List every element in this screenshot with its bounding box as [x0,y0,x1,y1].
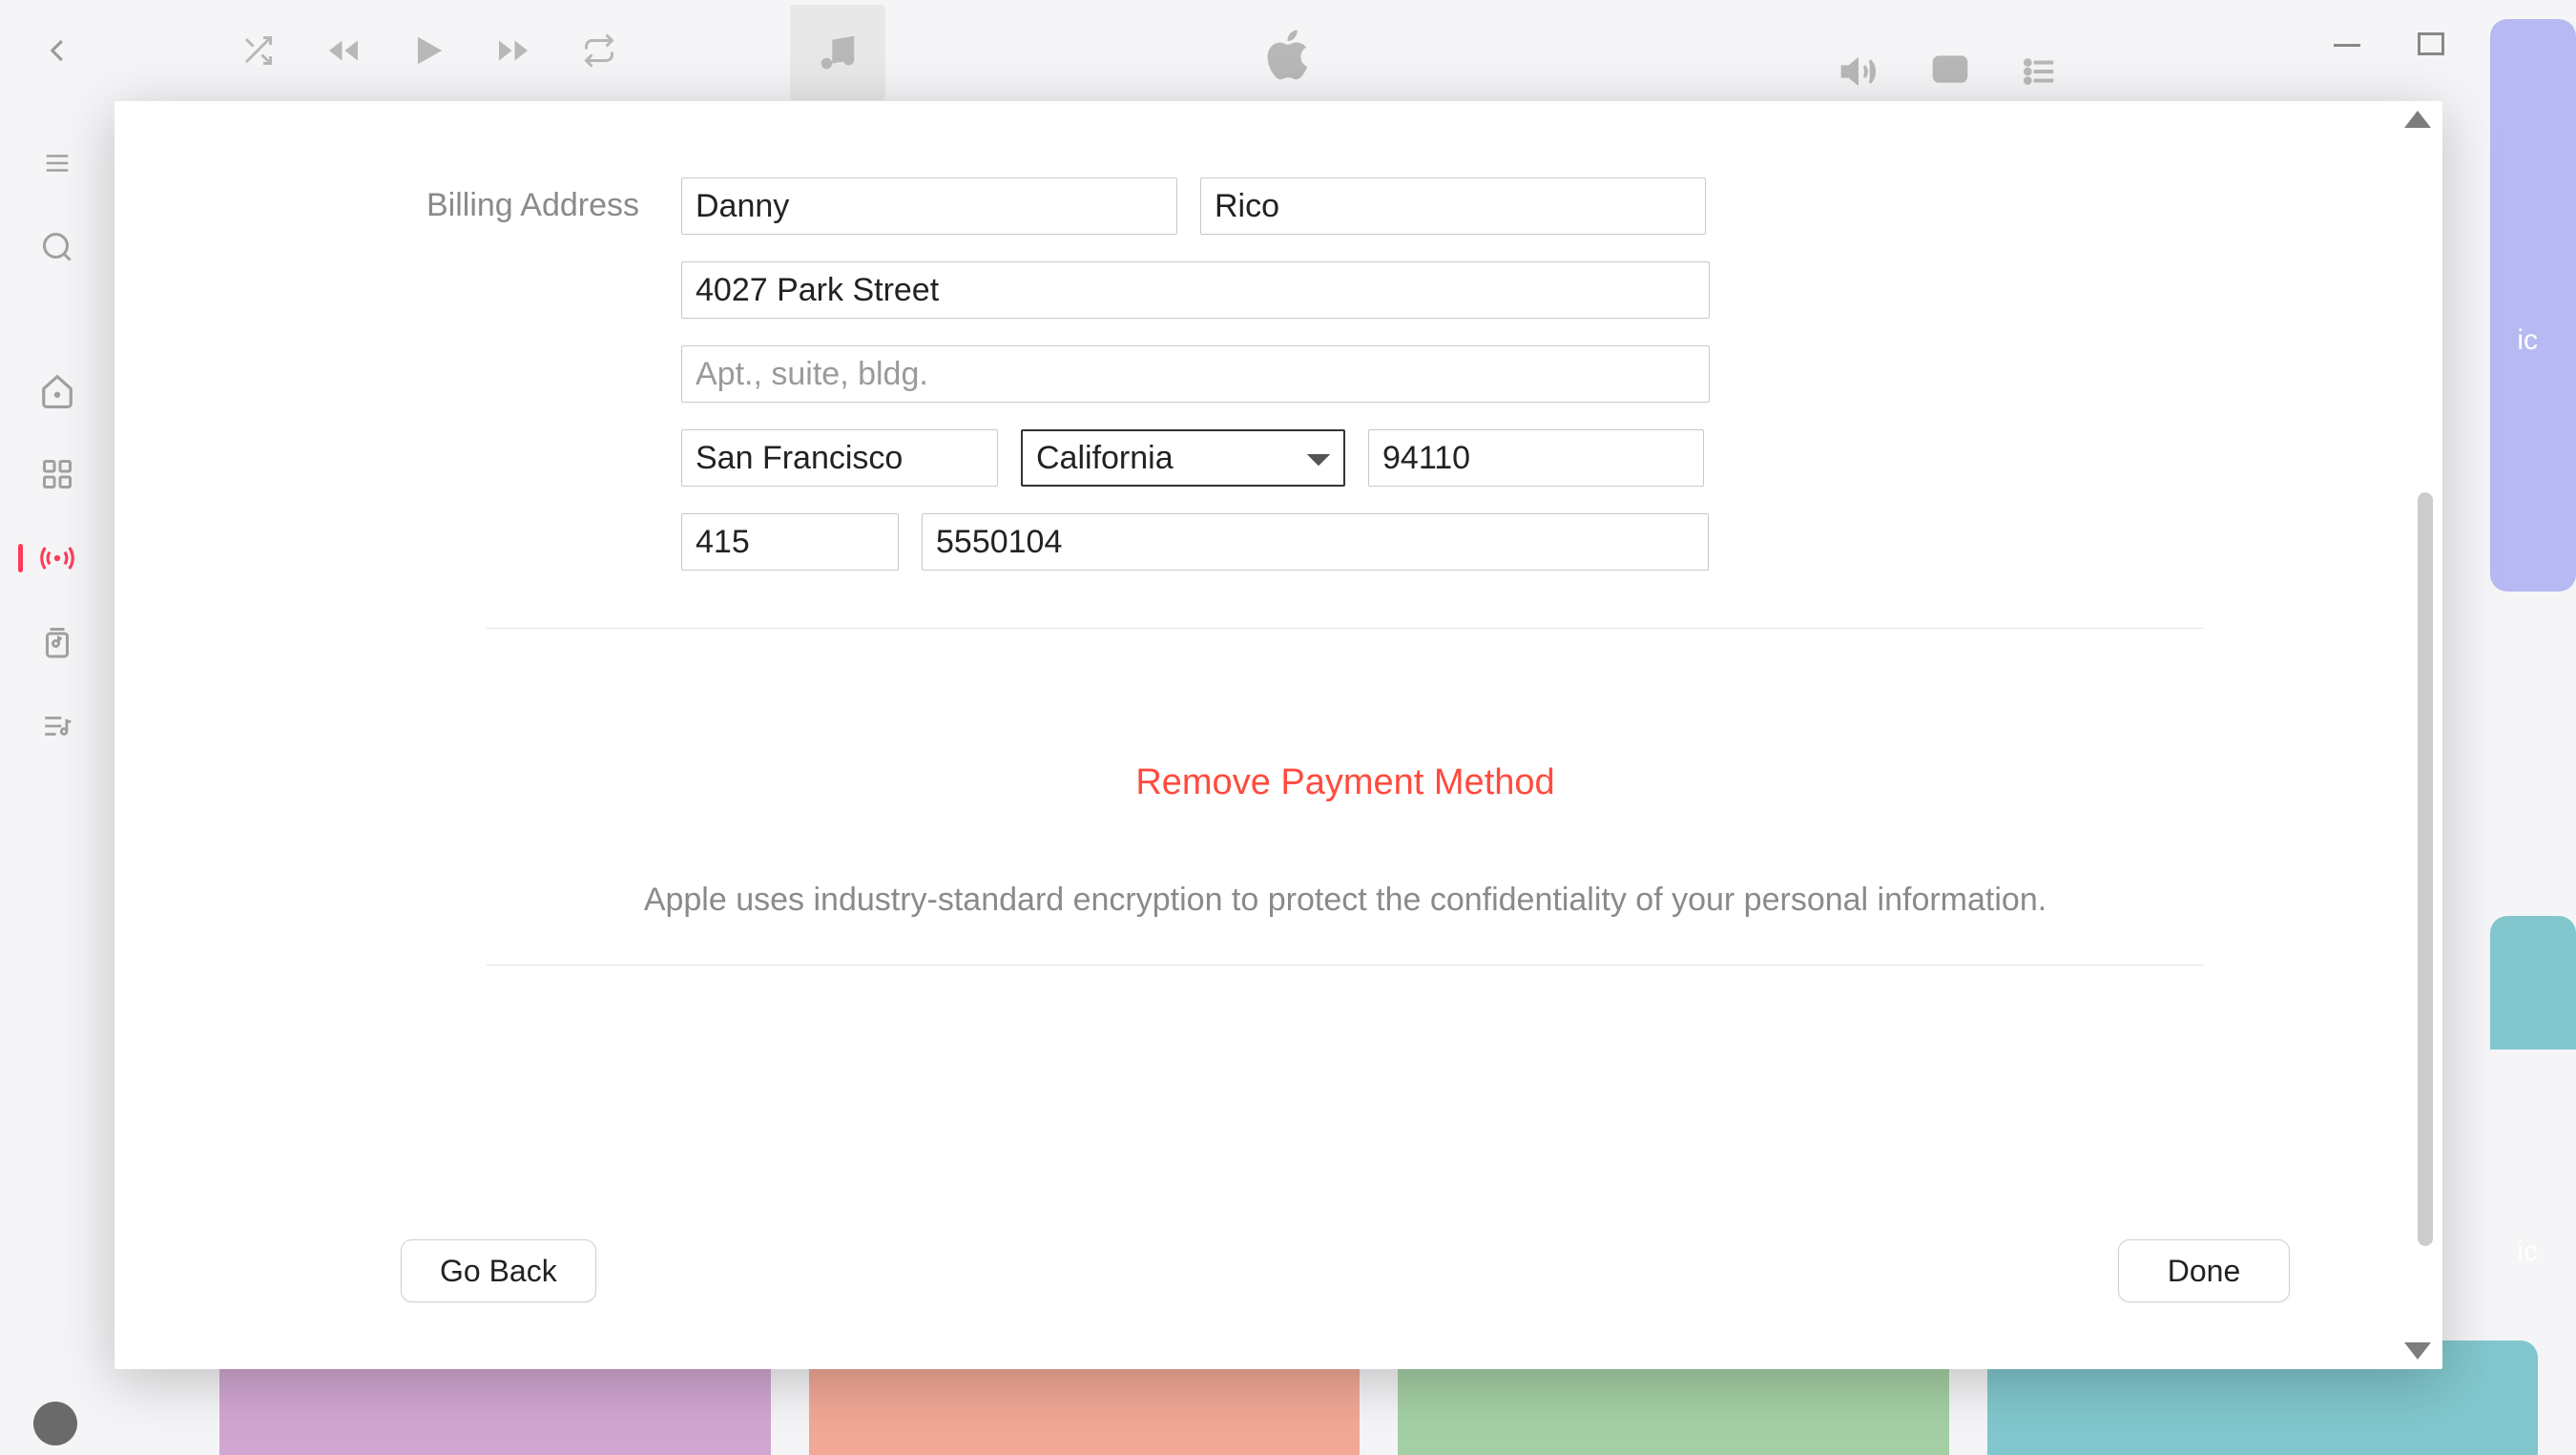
background-card-label: ic [2517,1236,2538,1268]
sidebar-browse-icon[interactable] [37,454,77,494]
avatar[interactable] [33,1402,77,1445]
lyrics-icon[interactable] [1929,52,1971,95]
next-track-icon[interactable] [492,33,534,73]
go-back-button[interactable]: Go Back [401,1239,596,1302]
back-button[interactable] [44,36,73,65]
state-select[interactable]: California [1021,429,1345,487]
window-maximize-button[interactable] [2418,31,2444,57]
apt-suite-field[interactable] [681,345,1710,403]
player-bar [114,0,2099,105]
remove-payment-method-link[interactable]: Remove Payment Method [401,762,2290,803]
done-button[interactable]: Done [2118,1239,2290,1302]
scroll-up-icon[interactable] [2404,111,2431,128]
area-code-field[interactable] [681,513,899,571]
play-icon[interactable] [410,30,447,76]
repeat-icon[interactable] [580,33,618,73]
sidebar-home-icon[interactable] [37,370,77,410]
background-card [2490,19,2576,592]
scrollbar-thumb[interactable] [2418,492,2433,1246]
phone-number-field[interactable] [922,513,1709,571]
background-card-label: ic [2517,324,2538,357]
apple-logo-icon [1265,29,1311,87]
account-settings-modal: Billing Address California [114,101,2442,1369]
divider [487,628,2204,629]
queue-list-icon[interactable] [2019,53,2061,94]
sidebar-library-icon[interactable] [37,622,77,662]
now-playing-artwork [790,5,885,100]
previous-track-icon[interactable] [322,33,364,73]
scroll-down-icon[interactable] [2404,1342,2431,1360]
background-card [2490,916,2576,1050]
sidebar-playlist-icon[interactable] [37,706,77,746]
volume-icon[interactable] [1836,52,1881,95]
last-name-field[interactable] [1200,177,1706,235]
sidebar-search-icon[interactable] [37,227,77,267]
sidebar-menu-icon[interactable] [37,143,77,183]
encryption-disclaimer: Apple uses industry-standard encryption … [401,882,2290,919]
shuffle-icon[interactable] [239,33,277,73]
first-name-field[interactable] [681,177,1177,235]
city-field[interactable] [681,429,998,487]
zip-field[interactable] [1368,429,1704,487]
sidebar [19,124,95,1426]
street-field[interactable] [681,261,1710,319]
divider [487,965,2204,966]
window-minimize-button[interactable] [2334,31,2360,57]
sidebar-radio-icon[interactable] [37,538,77,578]
billing-address-label: Billing Address [401,177,639,571]
